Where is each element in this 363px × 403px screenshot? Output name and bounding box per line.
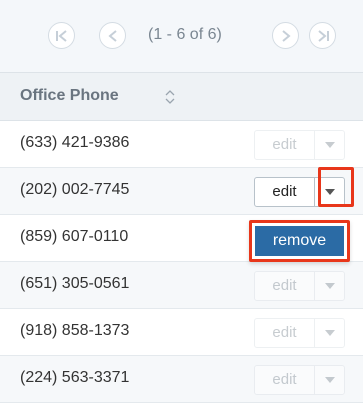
caret-down-icon — [324, 330, 335, 336]
row-actions: edit — [254, 365, 345, 395]
first-page-icon — [55, 29, 67, 42]
office-phone-cell: (651) 305-0561 — [20, 275, 130, 292]
edit-button[interactable]: edit — [255, 131, 315, 159]
caret-down-icon — [324, 377, 335, 383]
row-actions: edit — [254, 318, 345, 348]
office-phone-cell: (224) 563-3371 — [20, 369, 130, 386]
first-page-button[interactable] — [48, 22, 75, 49]
last-page-icon — [317, 29, 329, 42]
table-row: (918) 858-1373 edit — [0, 309, 363, 356]
row-actions: edit — [254, 177, 345, 207]
office-phone-cell: (633) 421-9386 — [20, 134, 130, 151]
row-actions: edit — [254, 271, 345, 301]
edit-button[interactable]: edit — [255, 366, 315, 394]
actions-dropdown-toggle[interactable] — [315, 366, 344, 394]
edit-button[interactable]: edit — [255, 178, 315, 206]
sort-icon — [165, 90, 175, 104]
actions-dropdown-toggle[interactable] — [315, 272, 344, 300]
table-row: (224) 563-3371 edit — [0, 356, 363, 403]
actions-dropdown-menu: remove — [249, 220, 350, 262]
pagination-bar: (1 - 6 of 6) — [0, 0, 363, 73]
actions-dropdown-toggle[interactable] — [315, 319, 344, 347]
office-phone-cell: (859) 607-0110 — [20, 228, 129, 245]
actions-dropdown-toggle[interactable] — [315, 131, 344, 159]
remove-menu-item[interactable]: remove — [255, 226, 344, 256]
caret-down-icon — [324, 189, 335, 195]
office-phone-cell: (202) 002-7745 — [20, 181, 130, 198]
row-actions: edit — [254, 130, 345, 160]
actions-dropdown-toggle[interactable] — [315, 178, 344, 206]
next-page-icon — [281, 29, 291, 42]
previous-page-icon — [107, 29, 117, 42]
pagination-range: (1 - 6 of 6) — [148, 26, 222, 43]
next-page-button[interactable] — [272, 22, 299, 49]
previous-page-button[interactable] — [99, 22, 126, 49]
last-page-button[interactable] — [309, 22, 336, 49]
caret-down-icon — [324, 283, 335, 289]
office-phone-cell: (918) 858-1373 — [20, 322, 130, 339]
caret-down-icon — [324, 142, 335, 148]
table-row: (651) 305-0561 edit — [0, 262, 363, 309]
edit-button[interactable]: edit — [255, 319, 315, 347]
table-row: (633) 421-9386 edit — [0, 121, 363, 168]
column-header-office-phone[interactable]: Office Phone — [0, 73, 363, 121]
edit-button[interactable]: edit — [255, 272, 315, 300]
table-row: (202) 002-7745 edit — [0, 168, 363, 215]
column-header-label: Office Phone — [20, 87, 119, 104]
